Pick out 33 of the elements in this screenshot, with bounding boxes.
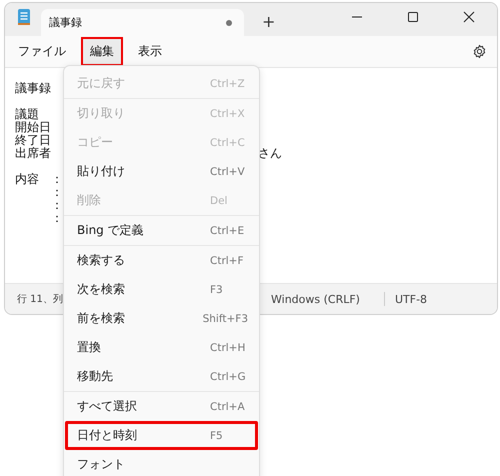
- menu-item[interactable]: 編集: [81, 37, 123, 66]
- text-line: ：: [50, 212, 63, 225]
- menu-entry[interactable]: フォント: [65, 450, 258, 476]
- notepad-icon: [17, 8, 31, 26]
- close-icon[interactable]: [463, 11, 475, 23]
- menu-entry[interactable]: 貼り付け Ctrl+V: [65, 157, 258, 186]
- new-tab-button[interactable]: +: [258, 12, 280, 31]
- text-line: 議題: [15, 108, 39, 121]
- text-line: 出席者: [15, 147, 51, 160]
- menu-entry[interactable]: 日付と時刻 F5: [65, 421, 258, 450]
- encoding: UTF-8: [394, 292, 428, 306]
- text-line: 終了日: [15, 134, 51, 147]
- menu-entry[interactable]: 移動先 Ctrl+G: [65, 362, 258, 391]
- text-line: 議事録: [15, 82, 51, 95]
- menu-entry[interactable]: 検索する Ctrl+F: [65, 246, 258, 275]
- document-tab[interactable]: 議事録: [41, 9, 244, 36]
- line-ending: Windows (CRLF): [271, 292, 360, 306]
- menu-entry[interactable]: すべて選択 Ctrl+A: [65, 392, 258, 421]
- menu-item[interactable]: ファイル: [9, 37, 75, 66]
- menu-entry[interactable]: 前を検索 Shift+F3: [65, 304, 258, 333]
- tab-title: 議事録: [49, 15, 83, 30]
- settings-icon[interactable]: [472, 44, 487, 59]
- text-fragment: さん: [258, 147, 282, 160]
- text-line: ：: [50, 199, 63, 212]
- menu-item[interactable]: 表示: [129, 37, 171, 66]
- cursor-position: 行 11、列: [17, 293, 64, 306]
- text-line: 開始日: [15, 121, 51, 134]
- menu-entry[interactable]: 置換 Ctrl+H: [65, 333, 258, 362]
- menu-entry[interactable]: 次を検索 F3: [65, 275, 258, 304]
- menu-entry[interactable]: Bing で定義 Ctrl+E: [65, 216, 258, 245]
- maximize-icon[interactable]: [407, 11, 419, 23]
- text-line: 内容 ：: [15, 173, 63, 186]
- text-line: ：: [50, 186, 63, 199]
